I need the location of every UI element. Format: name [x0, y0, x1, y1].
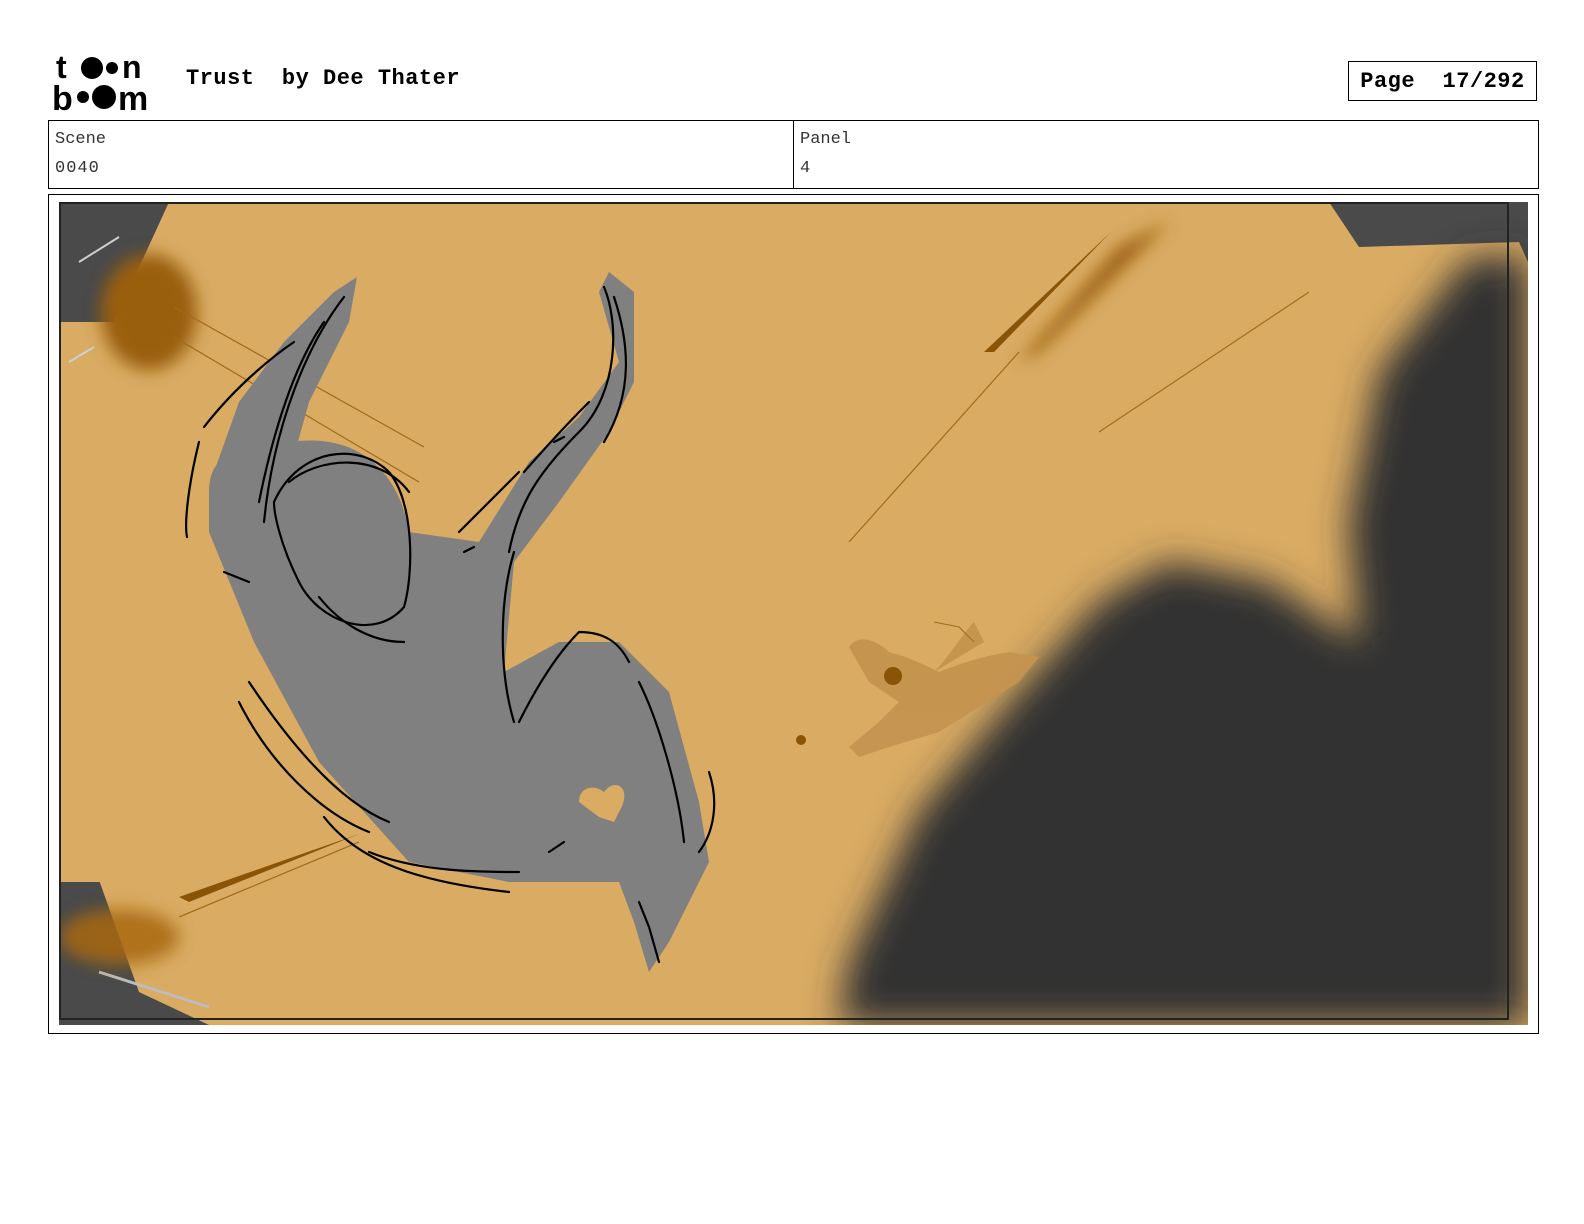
scene-value: 0040: [55, 159, 100, 178]
storyboard-panel-image: [59, 202, 1528, 1025]
svg-text:b: b: [52, 80, 73, 112]
panel-cell: Panel 4: [793, 121, 1538, 188]
document-title: Trust by Dee Thater: [186, 66, 461, 91]
page-number-box: Page 17/292: [1348, 61, 1537, 101]
scene-panel-info: Scene 0040 Panel 4: [48, 120, 1539, 189]
scene-label: Scene: [55, 130, 107, 149]
panel-label: Panel: [800, 130, 852, 149]
toon-boom-logo: t n b m: [52, 50, 148, 112]
scene-cell: Scene 0040: [49, 121, 793, 188]
panel-frame: [48, 194, 1539, 1034]
panel-value: 4: [800, 159, 812, 178]
svg-text:m: m: [118, 80, 148, 112]
page-number: Page 17/292: [1360, 68, 1525, 94]
